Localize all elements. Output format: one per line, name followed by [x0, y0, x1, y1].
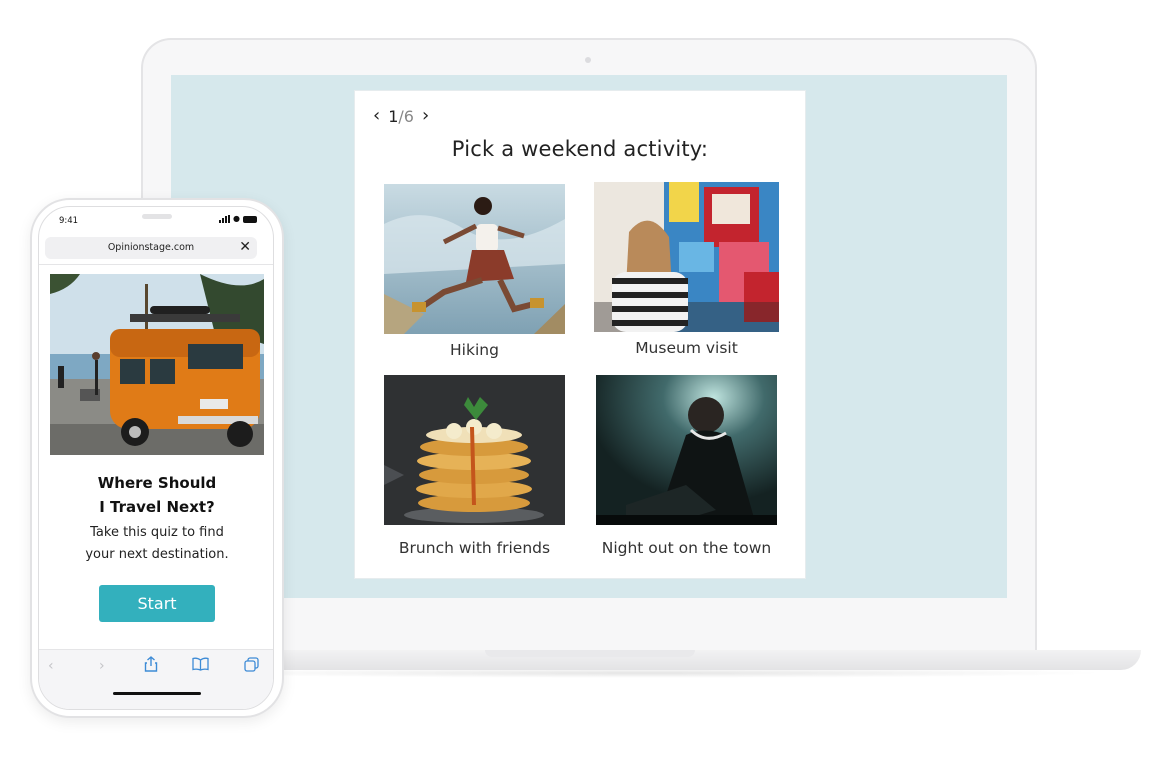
- battery-icon: [243, 215, 257, 223]
- option-museum-visit[interactable]: Museum visit: [594, 182, 779, 364]
- quiz-card: ‹ 1/6 › Pick a weekend activity: Hiking …: [355, 91, 805, 578]
- quiz-description-line-2: your next destination.: [85, 547, 229, 562]
- phone-speaker: [142, 214, 172, 219]
- quiz-description-line-1: Take this quiz to find: [90, 525, 224, 540]
- dj-photo: [596, 375, 777, 525]
- option-label: Brunch with friends: [398, 539, 551, 557]
- laptop-notch: [485, 650, 695, 657]
- option-night-out-on-the-town[interactable]: Night out on the town: [596, 375, 777, 560]
- option-label: Museum visit: [635, 339, 738, 357]
- question-title: Pick a weekend activity:: [451, 137, 709, 161]
- bookmarks-icon[interactable]: [192, 657, 209, 675]
- laptop-camera: [585, 57, 591, 63]
- museum-painting-photo: [594, 182, 779, 332]
- phone-screen: 9:41 ● Opinionstage.com ✕ Where Should I…: [38, 206, 274, 710]
- address-divider: [39, 264, 273, 265]
- option-label: Hiking: [450, 341, 499, 359]
- url-text: Opinionstage.com: [107, 242, 195, 253]
- start-button[interactable]: Start: [99, 585, 215, 622]
- orange-van-beach-photo: [50, 274, 264, 455]
- tabs-icon[interactable]: [244, 657, 259, 676]
- page-total: 6: [403, 106, 414, 126]
- prev-question-button[interactable]: ‹: [373, 107, 380, 125]
- share-icon[interactable]: [144, 656, 158, 676]
- pancake-stack-photo: [384, 375, 565, 525]
- option-hiking[interactable]: Hiking: [384, 184, 565, 366]
- back-icon[interactable]: ‹: [48, 658, 54, 674]
- option-label: Night out on the town: [601, 539, 772, 557]
- home-indicator: [113, 692, 201, 695]
- question-pager: ‹ 1/6 ›: [373, 105, 429, 127]
- option-brunch-with-friends[interactable]: Brunch with friends: [384, 375, 565, 560]
- wifi-icon: ●: [233, 214, 240, 223]
- page-current: 1: [388, 106, 399, 126]
- quiz-title-line-2: I Travel Next?: [99, 498, 215, 516]
- next-question-button[interactable]: ›: [422, 107, 429, 125]
- status-time: 9:41: [59, 216, 79, 226]
- quiz-description: Take this quiz to find your next destina…: [39, 522, 273, 566]
- quiz-title-line-1: Where Should: [97, 474, 217, 492]
- woman-jumping-photo: [384, 184, 565, 334]
- signal-icon: [219, 215, 231, 223]
- browser-toolbar: ‹ ›: [39, 649, 273, 709]
- close-icon[interactable]: ✕: [239, 239, 251, 255]
- status-icons: ●: [219, 215, 257, 223]
- quiz-title: Where Should I Travel Next?: [39, 471, 273, 519]
- forward-icon[interactable]: ›: [99, 658, 105, 674]
- address-bar[interactable]: Opinionstage.com ✕: [45, 237, 257, 259]
